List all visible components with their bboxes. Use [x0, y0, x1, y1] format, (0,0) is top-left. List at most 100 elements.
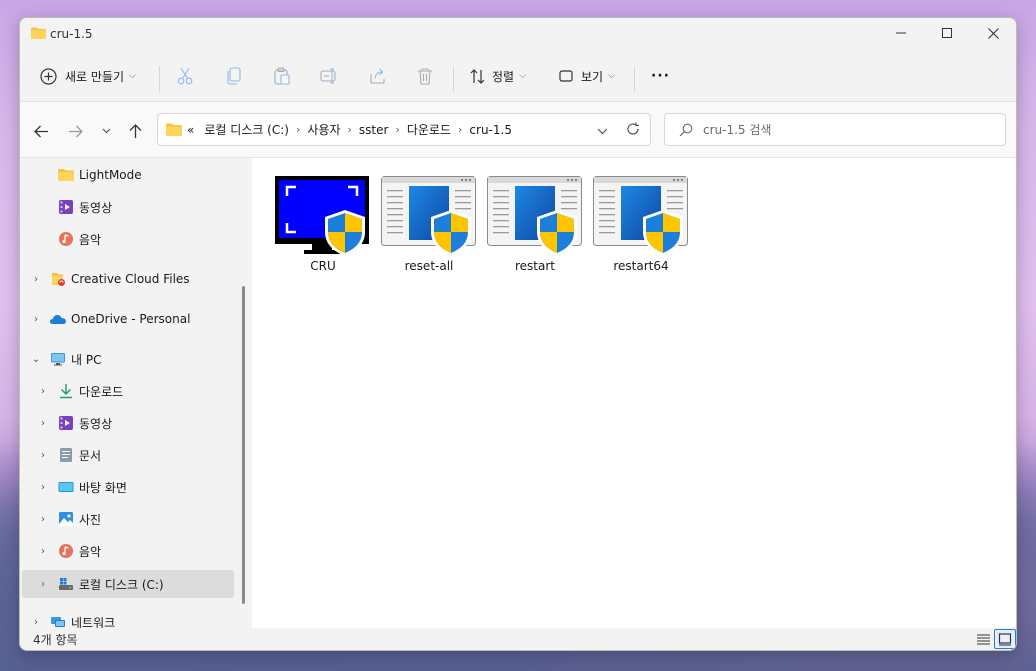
sidebar-item-label: 음악 — [79, 544, 102, 559]
drive-icon — [59, 578, 73, 590]
chevron-down-icon[interactable]: ⌄ — [30, 354, 42, 365]
rename-button[interactable] — [320, 64, 338, 88]
sort-button-label: 정렬 — [492, 69, 515, 84]
chevron-down-icon: ⌵ — [608, 71, 615, 81]
view-button-label: 보기 — [581, 69, 604, 84]
back-button[interactable] — [31, 121, 51, 141]
chevron-right-icon[interactable]: › — [37, 482, 49, 493]
breadcrumb-item[interactable]: sster — [359, 123, 389, 137]
sidebar-item-label: LightMode — [79, 168, 142, 182]
up-button[interactable] — [125, 121, 145, 141]
chevron-right-icon[interactable]: › — [37, 386, 49, 397]
breadcrumb-overflow[interactable]: « — [187, 123, 194, 137]
sidebar-scrollbar[interactable] — [242, 286, 245, 604]
sidebar-item-local-disk[interactable]: › 로컬 디스크 (C:) — [22, 570, 234, 598]
chevron-right-icon[interactable]: › — [30, 314, 42, 325]
cut-button[interactable] — [176, 64, 194, 88]
sidebar-item-music[interactable]: 음악 — [20, 225, 236, 253]
toolbar-divider — [159, 66, 160, 92]
creative-cloud-folder-icon — [52, 273, 65, 286]
sidebar-item-videos[interactable]: 동영상 — [20, 193, 236, 221]
new-button-label: 새로 만들기 — [65, 69, 125, 84]
desktop-icon — [58, 482, 74, 492]
chevron-right-icon[interactable]: › — [37, 514, 49, 525]
breadcrumb-item[interactable]: 다운로드 — [407, 121, 451, 138]
cut-icon — [176, 67, 194, 85]
sidebar-item-label: 다운로드 — [79, 384, 124, 399]
address-history-button[interactable] — [597, 124, 608, 138]
sidebar-item-videos[interactable]: › 동영상 — [20, 409, 236, 437]
sidebar-item-network[interactable]: › 네트워크 — [20, 608, 236, 629]
monitor-shield-icon — [275, 176, 371, 256]
sidebar-item-documents[interactable]: › 문서 — [20, 441, 236, 469]
minimize-button[interactable] — [878, 18, 924, 48]
sidebar-item-desktop[interactable]: › 바탕 화면 — [20, 473, 236, 501]
chevron-right-icon[interactable]: › — [30, 274, 42, 285]
toolbar-divider — [453, 66, 454, 92]
toolbar-divider — [634, 66, 635, 92]
refresh-button[interactable] — [626, 122, 640, 139]
breadcrumb-item[interactable]: 사용자 — [307, 121, 340, 138]
item-count: 4개 항목 — [33, 633, 78, 647]
paste-button[interactable] — [273, 64, 291, 88]
sidebar-item-lightmode[interactable]: LightMode — [20, 161, 236, 189]
search-icon — [679, 123, 693, 136]
videos-icon — [59, 200, 73, 214]
file-item-cru[interactable]: CRU — [273, 176, 373, 280]
folder-icon — [166, 123, 182, 136]
maximize-icon — [942, 28, 952, 38]
delete-button[interactable] — [416, 64, 434, 88]
close-button[interactable] — [970, 18, 1016, 48]
large-icons-view-button[interactable] — [994, 629, 1016, 649]
forward-button[interactable] — [65, 121, 85, 141]
navigation-pane: LightMode 동영상 음악 › Creative Cloud Files … — [20, 158, 236, 628]
chevron-right-icon[interactable]: › — [30, 617, 42, 628]
view-button[interactable]: 보기 ⌵ — [557, 64, 615, 88]
sidebar-item-music[interactable]: › 음악 — [20, 537, 236, 565]
sidebar-item-label: 네트워크 — [71, 615, 116, 629]
arrow-right-icon — [68, 125, 83, 137]
sidebar-item-onedrive[interactable]: › OneDrive - Personal — [20, 305, 236, 333]
breadcrumb-item[interactable]: cru-1.5 — [469, 123, 512, 137]
see-more-button[interactable]: ··· — [651, 64, 670, 88]
plus-circle-icon — [39, 67, 57, 85]
sidebar-item-this-pc[interactable]: ⌄ 내 PC — [20, 345, 236, 373]
sidebar-item-label: OneDrive - Personal — [71, 312, 191, 326]
copy-button[interactable] — [225, 64, 243, 88]
window-shield-icon — [487, 176, 583, 256]
file-item-restart[interactable]: restart — [485, 176, 585, 280]
chevron-right-icon[interactable]: › — [296, 123, 300, 136]
chevron-right-icon[interactable]: › — [395, 123, 399, 136]
chevron-right-icon[interactable]: › — [37, 418, 49, 429]
sidebar-item-downloads[interactable]: › 다운로드 — [20, 377, 236, 405]
chevron-right-icon[interactable]: › — [37, 546, 49, 557]
search-input[interactable] — [703, 122, 983, 137]
rename-icon — [320, 67, 338, 85]
sort-button[interactable]: 정렬 ⌵ — [468, 64, 526, 88]
file-item-restart64[interactable]: restart64 — [591, 176, 691, 280]
new-button[interactable]: 새로 만들기 ⌵ — [39, 64, 136, 88]
share-icon — [369, 67, 387, 85]
sidebar-item-creative-cloud[interactable]: › Creative Cloud Files — [20, 265, 236, 293]
videos-icon — [59, 416, 73, 430]
title-bar[interactable]: cru-1.5 — [20, 18, 1016, 50]
close-icon — [987, 27, 999, 39]
maximize-button[interactable] — [924, 18, 970, 48]
recent-locations-button[interactable] — [96, 121, 116, 141]
chevron-right-icon[interactable]: › — [37, 450, 49, 461]
share-button[interactable] — [369, 64, 387, 88]
breadcrumb-item[interactable]: 로컬 디스크 (C:) — [204, 121, 289, 138]
chevron-right-icon[interactable]: › — [458, 123, 462, 136]
chevron-right-icon[interactable]: › — [348, 123, 352, 136]
trash-icon — [416, 67, 434, 85]
chevron-right-icon[interactable]: › — [37, 579, 49, 590]
file-item-reset-all[interactable]: reset-all — [379, 176, 479, 280]
navigation-row: « 로컬 디스크 (C:) › 사용자 › sster › 다운로드 › cru… — [20, 102, 1016, 158]
sidebar-item-pictures[interactable]: › 사진 — [20, 505, 236, 533]
address-bar[interactable]: « 로컬 디스크 (C:) › 사용자 › sster › 다운로드 › cru… — [157, 113, 651, 146]
details-view-icon — [976, 633, 990, 645]
arrow-up-icon — [129, 123, 141, 138]
details-view-button[interactable] — [972, 629, 994, 649]
search-box[interactable] — [664, 113, 1006, 146]
window-title: cru-1.5 — [50, 27, 93, 41]
